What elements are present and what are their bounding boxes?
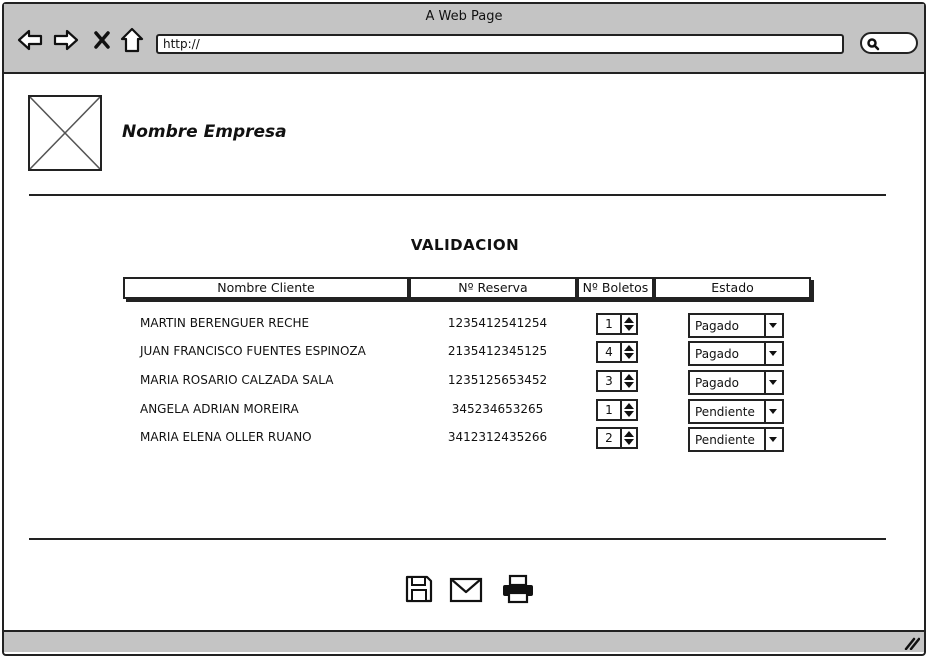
search-icon [867, 38, 880, 51]
url-text: http:// [163, 37, 200, 51]
col-header-boletos: Nº Boletos [577, 277, 654, 299]
stepper-value: 1 [605, 403, 613, 417]
boletos-stepper[interactable]: 2 [596, 427, 638, 449]
stepper-arrows-icon[interactable] [620, 401, 636, 419]
stepper-value: 4 [605, 345, 613, 359]
company-name: Nombre Empresa [122, 122, 287, 142]
cell-reserva: 1235125653452 [447, 373, 548, 387]
browser-search[interactable] [860, 32, 918, 54]
stepper-arrows-icon[interactable] [620, 372, 636, 390]
col-header-estado: Estado [654, 277, 811, 299]
estado-select[interactable]: Pendiente [688, 427, 784, 452]
email-button[interactable] [449, 574, 483, 608]
cell-nombre-cliente: MARIA ROSARIO CALZADA SALA [140, 373, 334, 387]
stepper-arrows-icon[interactable] [620, 429, 636, 447]
home-icon [120, 27, 144, 53]
cell-reserva: 2135412345125 [447, 344, 548, 358]
footer-divider [29, 538, 886, 540]
chevron-down-icon[interactable] [764, 372, 782, 393]
back-button[interactable] [16, 26, 44, 54]
cell-nombre-cliente: JUAN FRANCISCO FUENTES ESPINOZA [140, 344, 366, 358]
resize-grip-icon[interactable] [902, 636, 920, 650]
status-bar [4, 630, 924, 652]
table-row: ANGELA ADRIAN MOREIRA 345234653265 1 Pen… [0, 399, 930, 425]
table-row: JUAN FRANCISCO FUENTES ESPINOZA 21354123… [0, 341, 930, 367]
boletos-stepper[interactable]: 3 [596, 370, 638, 392]
print-button[interactable] [501, 574, 535, 608]
cell-reserva: 3412312435266 [447, 430, 548, 444]
chevron-down-icon[interactable] [764, 315, 782, 336]
window-title: A Web Page [425, 9, 503, 24]
header-divider [29, 194, 886, 196]
stepper-arrows-icon[interactable] [620, 343, 636, 361]
chevron-down-icon[interactable] [764, 429, 782, 450]
page-title: VALIDACION [410, 236, 520, 254]
chevron-down-icon[interactable] [764, 343, 782, 364]
address-bar[interactable]: http:// [156, 34, 844, 54]
cell-nombre-cliente: MARTIN BERENGUER RECHE [140, 316, 310, 330]
stepper-value: 2 [605, 431, 613, 445]
home-button[interactable] [118, 26, 146, 54]
estado-select[interactable]: Pagado [688, 341, 784, 366]
estado-select[interactable]: Pagado [688, 370, 784, 395]
stop-button[interactable] [88, 26, 116, 54]
select-value: Pagado [695, 347, 739, 361]
cell-nombre-cliente: ANGELA ADRIAN MOREIRA [140, 402, 299, 416]
cell-nombre-cliente: MARIA ELENA OLLER RUANO [140, 430, 312, 444]
save-icon [405, 575, 433, 603]
close-icon [94, 31, 110, 49]
boletos-stepper[interactable]: 4 [596, 341, 638, 363]
select-value: Pagado [695, 376, 739, 390]
back-icon [17, 29, 43, 51]
save-button[interactable] [404, 574, 434, 608]
image-placeholder-icon [30, 97, 100, 169]
col-header-nombre-cliente: Nombre Cliente [123, 277, 409, 299]
select-value: Pendiente [695, 405, 755, 419]
estado-select[interactable]: Pendiente [688, 399, 784, 424]
stepper-arrows-icon[interactable] [620, 315, 636, 333]
select-value: Pendiente [695, 433, 755, 447]
select-value: Pagado [695, 319, 739, 333]
table-row: MARTIN BERENGUER RECHE 1235412541254 1 P… [0, 313, 930, 339]
chevron-down-icon[interactable] [764, 401, 782, 422]
stepper-value: 3 [605, 374, 613, 388]
col-header-reserva: Nº Reserva [409, 277, 577, 299]
table-row: MARIA ROSARIO CALZADA SALA 1235125653452… [0, 370, 930, 396]
company-logo-placeholder [28, 95, 102, 171]
cell-reserva: 345234653265 [451, 402, 544, 416]
estado-select[interactable]: Pagado [688, 313, 784, 338]
boletos-stepper[interactable]: 1 [596, 313, 638, 335]
forward-button[interactable] [52, 26, 80, 54]
cell-reserva: 1235412541254 [447, 316, 548, 330]
stepper-value: 1 [605, 317, 613, 331]
forward-icon [53, 29, 79, 51]
print-icon [503, 574, 533, 604]
boletos-stepper[interactable]: 1 [596, 399, 638, 421]
mail-icon [449, 577, 483, 603]
browser-toolbar: A Web Page http:// [4, 4, 924, 74]
table-row: MARIA ELENA OLLER RUANO 3412312435266 2 … [0, 427, 930, 453]
